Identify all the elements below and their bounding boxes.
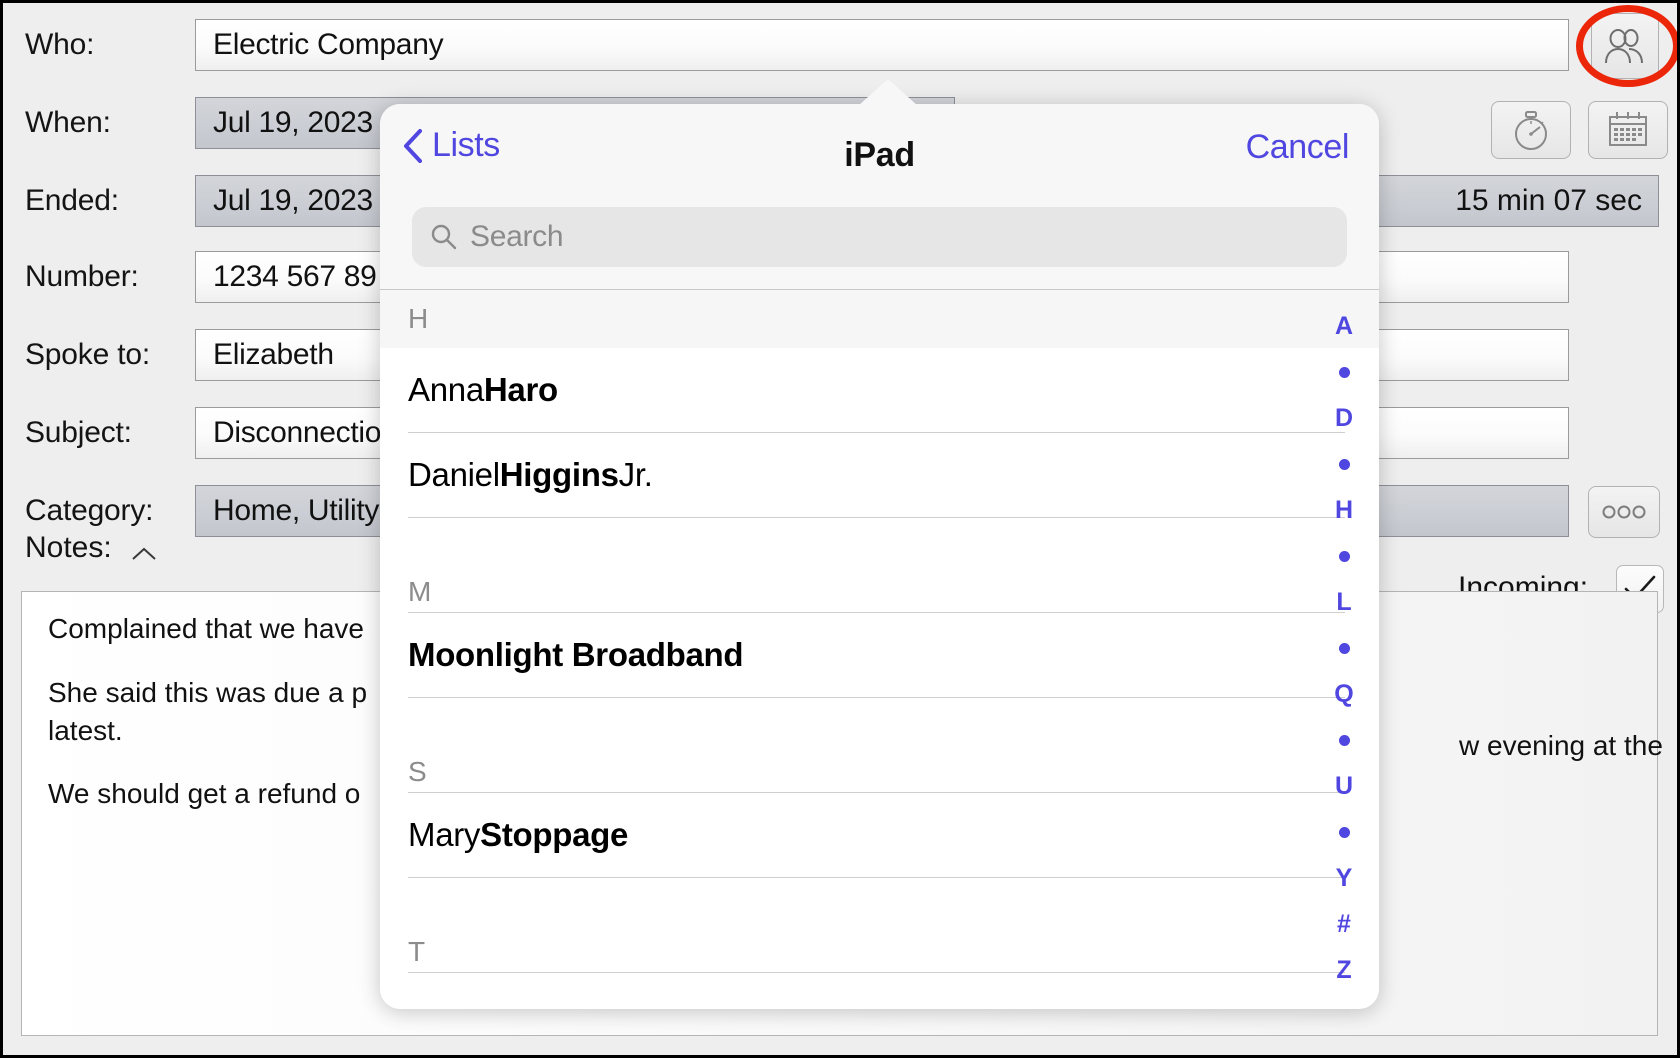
index-item-u[interactable]: U (1317, 763, 1371, 809)
index-item-h[interactable]: H (1317, 488, 1371, 534)
index-item-z[interactable]: Z (1317, 947, 1371, 992)
search-icon (431, 224, 457, 250)
contact-last-name: Moonlight Broadband (408, 636, 744, 673)
chevron-left-icon (404, 128, 422, 163)
field-input-who[interactable]: Electric Company (195, 19, 1569, 71)
stopwatch-button[interactable] (1491, 101, 1571, 159)
field-label-category: Category: (25, 494, 154, 527)
popover-title: iPad (844, 136, 915, 174)
contacts-icon (1605, 28, 1643, 64)
section-header-s: S (380, 698, 1379, 792)
contact-last-name: Higgins (499, 456, 619, 493)
list-item[interactable]: Daniel Higgins Jr. (380, 433, 1379, 517)
notes-line-2b: latest. (48, 714, 123, 746)
index-item-dot-1[interactable] (1317, 350, 1371, 396)
notes-right-fragment: w evening at the (1459, 730, 1663, 761)
chevron-up-icon[interactable] (131, 546, 157, 562)
field-label-who: Who: (25, 28, 95, 61)
search-placeholder: Search (470, 220, 564, 253)
search-input[interactable]: Search (412, 207, 1347, 267)
cancel-button[interactable]: Cancel (1246, 128, 1350, 167)
search-container: Search (380, 207, 1379, 289)
popover-arrow (858, 79, 918, 106)
field-row-who: Who: Electric Company (3, 19, 1569, 71)
index-item-y[interactable]: Y (1317, 855, 1371, 901)
index-item-dot-4[interactable] (1317, 626, 1371, 672)
calendar-button[interactable] (1588, 101, 1668, 159)
index-item-a[interactable]: A (1317, 304, 1371, 350)
section-header-h: H (380, 290, 1379, 348)
more-options-button[interactable] (1588, 486, 1660, 538)
section-header-m: M (380, 518, 1379, 612)
back-to-lists-button[interactable]: Lists (402, 126, 500, 165)
contact-last-name: Haro (483, 371, 558, 408)
index-item-l[interactable]: L (1317, 580, 1371, 626)
contacts-popover: Lists iPad Cancel Search H Anna Haro Dan… (380, 104, 1379, 1009)
index-item-dot-3[interactable] (1317, 534, 1371, 580)
field-label-subject: Subject: (25, 416, 132, 449)
list-item[interactable]: Mary Stoppage (380, 793, 1379, 877)
section-separator (408, 972, 1345, 973)
more-options-icon (1602, 505, 1646, 519)
stopwatch-icon (1515, 111, 1547, 150)
back-button-label: Lists (432, 126, 500, 164)
contact-suffix: Jr. (618, 456, 653, 493)
list-item[interactable]: Moonlight Broadband (380, 613, 1379, 697)
index-item-dot-5[interactable] (1317, 717, 1371, 763)
alphabet-index-bar[interactable]: A D H L Q U Y # Z (1317, 290, 1371, 992)
index-item-q[interactable]: Q (1317, 672, 1371, 718)
contacts-list[interactable]: H Anna Haro Daniel Higgins Jr. M Moonlig… (380, 289, 1379, 992)
index-item-dot-6[interactable] (1317, 809, 1371, 855)
duration-readout: 15 min 07 sec (1378, 175, 1659, 227)
list-item[interactable]: Anna Haro (380, 348, 1379, 432)
field-label-spoke-to: Spoke to: (25, 338, 150, 371)
contact-first-name: Anna (408, 371, 484, 408)
field-label-ended: Ended: (25, 184, 119, 217)
app-window: Who: Electric Company When: Jul 19, 2023… (0, 0, 1680, 1058)
index-item-hash[interactable]: # (1317, 901, 1371, 947)
contact-last-name: Stoppage (480, 816, 629, 853)
field-label-number: Number: (25, 260, 139, 293)
contact-first-name: Daniel (408, 456, 500, 493)
contact-first-name: Mary (408, 816, 481, 853)
section-header-t: T (380, 878, 1379, 972)
field-label-when: When: (25, 106, 111, 139)
popover-header: Lists iPad Cancel (380, 104, 1379, 207)
index-item-d[interactable]: D (1317, 396, 1371, 442)
notes-line-2a: She said this was due a p (48, 676, 368, 708)
contacts-button[interactable] (1591, 13, 1659, 79)
calendar-icon (1609, 112, 1647, 146)
notes-label: Notes: (25, 531, 112, 564)
index-item-dot-2[interactable] (1317, 442, 1371, 488)
